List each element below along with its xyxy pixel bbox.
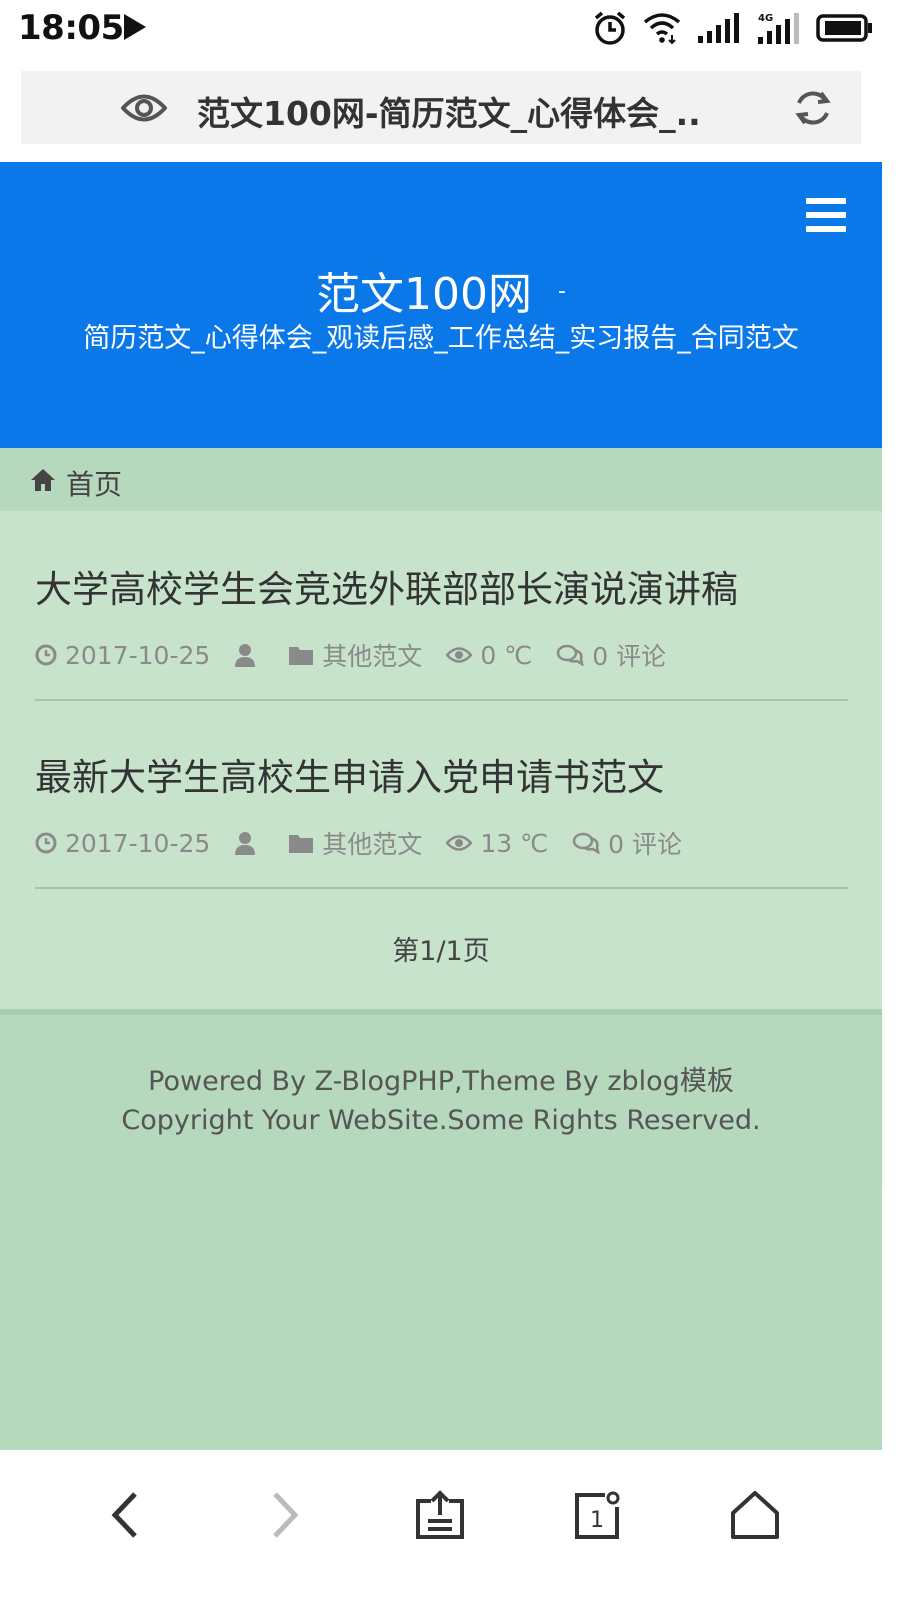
list-item: 大学高校学生会竞选外联部部长演说演讲稿 2017-10-25 其他范文 0 ℃ … bbox=[35, 511, 848, 701]
folder-icon bbox=[289, 835, 314, 853]
footer-powered: Powered By Z-BlogPHP,Theme By zblog模板 bbox=[148, 1066, 734, 1097]
status-time: 18:05 bbox=[18, 8, 124, 48]
page-background bbox=[0, 1183, 882, 1450]
post-comments[interactable]: 0 评论 bbox=[556, 637, 666, 673]
post-category[interactable]: 其他范文 bbox=[288, 825, 422, 861]
post-title[interactable]: 大学高校学生会竞选外联部部长演说演讲稿 bbox=[35, 559, 738, 613]
alarm-icon bbox=[594, 11, 626, 45]
post-author[interactable] bbox=[234, 643, 264, 667]
post-views: 0 ℃ bbox=[446, 641, 532, 670]
post-views-text: 0 ℃ bbox=[480, 640, 533, 670]
menu-icon[interactable] bbox=[806, 198, 846, 232]
site-name[interactable]: 范文100网 bbox=[316, 269, 532, 320]
post-views: 13 ℃ bbox=[446, 829, 548, 858]
eye-icon[interactable] bbox=[121, 91, 167, 125]
battery-icon bbox=[816, 14, 872, 42]
post-title[interactable]: 最新大学生高校生申请入党申请书范文 bbox=[35, 747, 664, 801]
play-icon bbox=[124, 14, 146, 40]
post-date: 2017-10-25 bbox=[35, 641, 210, 670]
status-icons: 4G bbox=[592, 10, 874, 46]
wifi-icon bbox=[643, 13, 681, 45]
site-footer: Powered By Z-BlogPHP,Theme By zblog模板 Co… bbox=[0, 1009, 882, 1183]
back-button[interactable] bbox=[90, 1480, 160, 1550]
status-bar: 18:05 4G bbox=[0, 0, 900, 58]
post-category-text[interactable]: 其他范文 bbox=[322, 637, 422, 673]
browser-bottom-nav: 1 bbox=[0, 1450, 900, 1600]
post-comments[interactable]: 0 评论 bbox=[572, 825, 682, 861]
post-views-text: 13 ℃ bbox=[480, 828, 549, 858]
post-category[interactable]: 其他范文 bbox=[288, 637, 422, 673]
folder-icon bbox=[289, 647, 314, 665]
post-date: 2017-10-25 bbox=[35, 829, 210, 858]
footer-copyright: Copyright Your WebSite.Some Rights Reser… bbox=[121, 1105, 761, 1136]
post-category-text[interactable]: 其他范文 bbox=[322, 825, 422, 861]
browser-url-bar[interactable]: 范文100网-简历范文_心得体会_.. bbox=[21, 71, 861, 144]
clock-icon bbox=[35, 644, 57, 666]
forward-icon bbox=[273, 1492, 299, 1538]
pagination: 第1/1页 bbox=[392, 936, 490, 967]
user-icon bbox=[235, 832, 256, 855]
site-tagline: 简历范文_心得体会_观读后感_工作总结_实习报告_合同范文 bbox=[83, 323, 799, 354]
network-type-label: 4G bbox=[758, 13, 773, 24]
title-separator: - bbox=[558, 278, 566, 304]
site-header: 范文100网 - 简历范文_心得体会_观读后感_工作总结_实习报告_合同范文 bbox=[0, 162, 882, 448]
tab-count: 1 bbox=[590, 1508, 604, 1533]
post-meta: 2017-10-25 其他范文 13 ℃ 0 评论 bbox=[35, 827, 706, 859]
user-icon bbox=[235, 644, 256, 667]
eye-icon bbox=[446, 835, 473, 851]
post-meta: 2017-10-25 其他范文 0 ℃ 0 评论 bbox=[35, 639, 690, 671]
post-date-text: 2017-10-25 bbox=[65, 828, 211, 858]
refresh-icon[interactable] bbox=[793, 87, 833, 129]
share-button[interactable] bbox=[405, 1480, 475, 1550]
post-comments-text[interactable]: 0 评论 bbox=[608, 825, 682, 861]
share-icon bbox=[416, 1490, 464, 1539]
breadcrumb: 首页 bbox=[0, 448, 882, 511]
home-button[interactable] bbox=[720, 1480, 790, 1550]
back-icon bbox=[111, 1492, 137, 1538]
post-comments-text[interactable]: 0 评论 bbox=[592, 637, 666, 673]
signal-icon bbox=[698, 13, 739, 43]
signal-4g-icon: 4G bbox=[758, 13, 799, 44]
forward-button[interactable] bbox=[250, 1480, 320, 1550]
eye-icon bbox=[446, 647, 473, 663]
home-icon bbox=[731, 1491, 779, 1539]
comments-icon bbox=[557, 644, 584, 666]
post-author[interactable] bbox=[234, 831, 264, 855]
page-title[interactable]: 范文100网-简历范文_心得体会_.. bbox=[197, 87, 701, 135]
post-date-text: 2017-10-25 bbox=[65, 640, 211, 670]
tabs-button[interactable]: 1 bbox=[562, 1480, 632, 1550]
home-icon bbox=[31, 469, 55, 491]
list-item: 最新大学生高校生申请入党申请书范文 2017-10-25 其他范文 13 ℃ 0… bbox=[35, 699, 848, 889]
clock-icon bbox=[35, 832, 57, 854]
tabs-icon: 1 bbox=[575, 1491, 620, 1539]
comments-icon bbox=[572, 832, 600, 854]
post-list: 大学高校学生会竞选外联部部长演说演讲稿 2017-10-25 其他范文 0 ℃ … bbox=[0, 511, 882, 1009]
site-title[interactable]: 范文100网 - bbox=[0, 258, 882, 322]
breadcrumb-home-link[interactable]: 首页 bbox=[66, 463, 122, 503]
